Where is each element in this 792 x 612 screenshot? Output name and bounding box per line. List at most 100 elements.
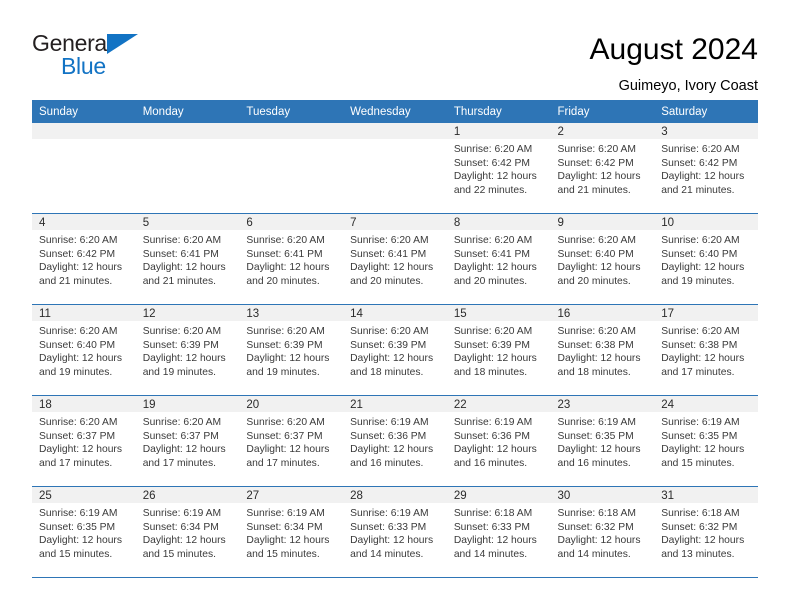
calendar-day-cell-empty: [135, 123, 240, 214]
calendar-day-cell[interactable]: 13 Sunrise: 6:20 AM Sunset: 6:39 PM Dayligh…: [239, 304, 344, 396]
day-details: Sunrise: 6:19 AM Sunset: 6:35 PM Daylight:…: [551, 412, 655, 470]
page-subtitle: Guimeyo, Ivory Coast: [618, 78, 758, 94]
day-detail-line: and 17 minutes.: [246, 457, 320, 469]
day-details: Sunrise: 6:20 AM Sunset: 6:42 PM Daylight:…: [654, 139, 758, 197]
day-detail-line: and 19 minutes.: [142, 366, 216, 378]
day-detail-line: Sunrise: 6:20 AM: [453, 144, 533, 155]
calendar-day-cell[interactable]: 24 Sunrise: 6:19 AM Sunset: 6:35 PM Dayligh…: [654, 395, 758, 487]
day-detail-line: Sunset: 6:42 PM: [661, 157, 738, 169]
day-detail-line: Sunset: 6:42 PM: [557, 157, 634, 169]
calendar-day-cell[interactable]: 31 Sunrise: 6:18 AM Sunset: 6:32 PM Dayligh…: [654, 486, 758, 577]
day-detail-line: Sunrise: 6:20 AM: [453, 326, 533, 337]
day-detail-line: Daylight: 12 hours: [246, 535, 330, 547]
day-detail-line: Sunset: 6:33 PM: [453, 521, 530, 533]
calendar-body: 1 Sunrise: 6:20 AM Sunset: 6:42 PM Daylight…: [32, 123, 758, 577]
calendar-day-cell[interactable]: 25 Sunrise: 6:19 AM Sunset: 6:35 PM Dayligh…: [32, 486, 136, 577]
weekday-header-wednesday: Wednesday: [343, 100, 447, 123]
calendar-day-cell[interactable]: 11 Sunrise: 6:20 AM Sunset: 6:40 PM Dayligh…: [32, 304, 136, 396]
day-detail-line: Sunset: 6:38 PM: [557, 339, 634, 351]
day-details: Sunrise: 6:19 AM Sunset: 6:33 PM Daylight:…: [343, 503, 447, 561]
calendar-day-cell[interactable]: 22 Sunrise: 6:19 AM Sunset: 6:36 PM Dayligh…: [446, 395, 551, 487]
weekday-header-tuesday: Tuesday: [239, 100, 344, 123]
day-details: [343, 139, 447, 143]
calendar-day-cell[interactable]: 7 Sunrise: 6:20 AM Sunset: 6:41 PM Daylight…: [343, 213, 447, 305]
calendar-day-cell[interactable]: 19 Sunrise: 6:20 AM Sunset: 6:37 PM Dayligh…: [135, 395, 240, 487]
weekday-header-row: Sunday Monday Tuesday Wednesday Thursday…: [32, 100, 758, 123]
calendar-day-cell[interactable]: 3 Sunrise: 6:20 AM Sunset: 6:42 PM Daylight…: [654, 123, 758, 214]
calendar-day-cell[interactable]: 2 Sunrise: 6:20 AM Sunset: 6:42 PM Daylight…: [550, 123, 655, 214]
calendar-head: Sunday Monday Tuesday Wednesday Thursday…: [32, 100, 758, 123]
calendar-day-cell[interactable]: 21 Sunrise: 6:19 AM Sunset: 6:36 PM Dayligh…: [343, 395, 447, 487]
calendar-day-cell[interactable]: 16 Sunrise: 6:20 AM Sunset: 6:38 PM Dayligh…: [550, 304, 655, 396]
calendar-day-cell[interactable]: 4 Sunrise: 6:20 AM Sunset: 6:42 PM Daylight…: [32, 213, 136, 305]
calendar-day-cell[interactable]: 18 Sunrise: 6:20 AM Sunset: 6:37 PM Dayligh…: [32, 395, 136, 487]
calendar-day-cell[interactable]: 26 Sunrise: 6:19 AM Sunset: 6:34 PM Dayligh…: [135, 486, 240, 577]
day-number: 4: [32, 214, 136, 230]
general-blue-logo[interactable]: General Blue: [32, 30, 152, 82]
page-header: General Blue August 2024 Guimeyo, Ivory …: [0, 0, 792, 100]
day-detail-line: and 15 minutes.: [661, 457, 735, 469]
day-detail-line: and 20 minutes.: [246, 275, 320, 287]
day-detail-line: and 20 minutes.: [350, 275, 424, 287]
calendar-day-cell[interactable]: 15 Sunrise: 6:20 AM Sunset: 6:39 PM Dayligh…: [446, 304, 551, 396]
calendar-day-cell[interactable]: 14 Sunrise: 6:20 AM Sunset: 6:39 PM Dayligh…: [343, 304, 447, 396]
day-detail-line: Sunset: 6:37 PM: [246, 430, 323, 442]
calendar-day-cell[interactable]: 20 Sunrise: 6:20 AM Sunset: 6:37 PM Dayligh…: [239, 395, 344, 487]
day-detail-line: and 19 minutes.: [661, 275, 735, 287]
weekday-header-thursday: Thursday: [446, 100, 551, 123]
day-detail-line: Daylight: 12 hours: [661, 171, 745, 183]
day-number: 17: [654, 305, 758, 321]
day-detail-line: Sunrise: 6:19 AM: [142, 508, 222, 519]
day-detail-line: Sunrise: 6:20 AM: [39, 417, 118, 428]
day-number: 28: [343, 487, 447, 503]
day-details: Sunrise: 6:19 AM Sunset: 6:36 PM Daylight:…: [447, 412, 551, 470]
day-number: 29: [446, 487, 551, 503]
day-detail-line: Daylight: 12 hours: [246, 353, 330, 365]
day-detail-line: Daylight: 12 hours: [557, 171, 641, 183]
day-detail-line: Sunset: 6:36 PM: [453, 430, 530, 442]
calendar-day-cell[interactable]: 17 Sunrise: 6:20 AM Sunset: 6:38 PM Dayligh…: [654, 304, 758, 396]
day-number: 22: [446, 396, 551, 412]
calendar-day-cell[interactable]: 23 Sunrise: 6:19 AM Sunset: 6:35 PM Dayligh…: [550, 395, 655, 487]
day-detail-line: Sunset: 6:41 PM: [142, 248, 219, 260]
calendar-day-cell[interactable]: 6 Sunrise: 6:20 AM Sunset: 6:41 PM Daylight…: [239, 213, 344, 305]
day-detail-line: Sunrise: 6:20 AM: [661, 235, 740, 246]
calendar-day-cell[interactable]: 29 Sunrise: 6:18 AM Sunset: 6:33 PM Dayligh…: [446, 486, 551, 577]
day-detail-line: and 14 minutes.: [557, 548, 631, 560]
day-number: [239, 123, 344, 139]
calendar-day-cell[interactable]: 30 Sunrise: 6:18 AM Sunset: 6:32 PM Dayligh…: [550, 486, 655, 577]
day-detail-line: Sunrise: 6:19 AM: [350, 417, 429, 428]
calendar-day-cell[interactable]: 1 Sunrise: 6:20 AM Sunset: 6:42 PM Daylight…: [446, 123, 551, 214]
calendar-week-row: 18 Sunrise: 6:20 AM Sunset: 6:37 PM Dayligh…: [32, 395, 758, 487]
calendar-day-cell[interactable]: 27 Sunrise: 6:19 AM Sunset: 6:34 PM Dayligh…: [239, 486, 344, 577]
day-number: 1: [446, 123, 551, 139]
calendar-day-cell[interactable]: 12 Sunrise: 6:20 AM Sunset: 6:39 PM Dayligh…: [135, 304, 240, 396]
day-detail-line: Sunset: 6:39 PM: [350, 339, 427, 351]
day-number: 19: [135, 396, 240, 412]
day-detail-line: Sunrise: 6:20 AM: [557, 235, 636, 246]
day-detail-line: Sunset: 6:36 PM: [350, 430, 427, 442]
day-number: 11: [32, 305, 136, 321]
day-detail-line: and 17 minutes.: [142, 457, 216, 469]
day-detail-line: Sunrise: 6:20 AM: [246, 417, 325, 428]
day-detail-line: Daylight: 12 hours: [557, 444, 641, 456]
day-detail-line: Sunset: 6:32 PM: [557, 521, 634, 533]
calendar-day-cell[interactable]: 8 Sunrise: 6:20 AM Sunset: 6:41 PM Daylight…: [446, 213, 551, 305]
day-details: Sunrise: 6:20 AM Sunset: 6:42 PM Daylight:…: [32, 230, 136, 288]
day-detail-line: and 21 minutes.: [39, 275, 113, 287]
day-detail-line: and 17 minutes.: [39, 457, 113, 469]
day-detail-line: and 16 minutes.: [350, 457, 424, 469]
day-number: 16: [550, 305, 655, 321]
calendar-day-cell[interactable]: 9 Sunrise: 6:20 AM Sunset: 6:40 PM Daylight…: [550, 213, 655, 305]
day-number: 2: [550, 123, 655, 139]
day-details: Sunrise: 6:20 AM Sunset: 6:38 PM Daylight:…: [551, 321, 655, 379]
day-detail-line: Sunrise: 6:20 AM: [661, 144, 740, 155]
calendar-day-cell-empty: [343, 123, 447, 214]
calendar-day-cell[interactable]: 10 Sunrise: 6:20 AM Sunset: 6:40 PM Dayligh…: [654, 213, 758, 305]
calendar-day-cell[interactable]: 28 Sunrise: 6:19 AM Sunset: 6:33 PM Dayligh…: [343, 486, 447, 577]
day-detail-line: Sunset: 6:34 PM: [246, 521, 323, 533]
calendar-day-cell[interactable]: 5 Sunrise: 6:20 AM Sunset: 6:41 PM Daylight…: [135, 213, 240, 305]
calendar-day-cell-empty: [239, 123, 344, 214]
day-details: Sunrise: 6:20 AM Sunset: 6:40 PM Daylight:…: [551, 230, 655, 288]
day-detail-line: Sunrise: 6:20 AM: [246, 235, 325, 246]
